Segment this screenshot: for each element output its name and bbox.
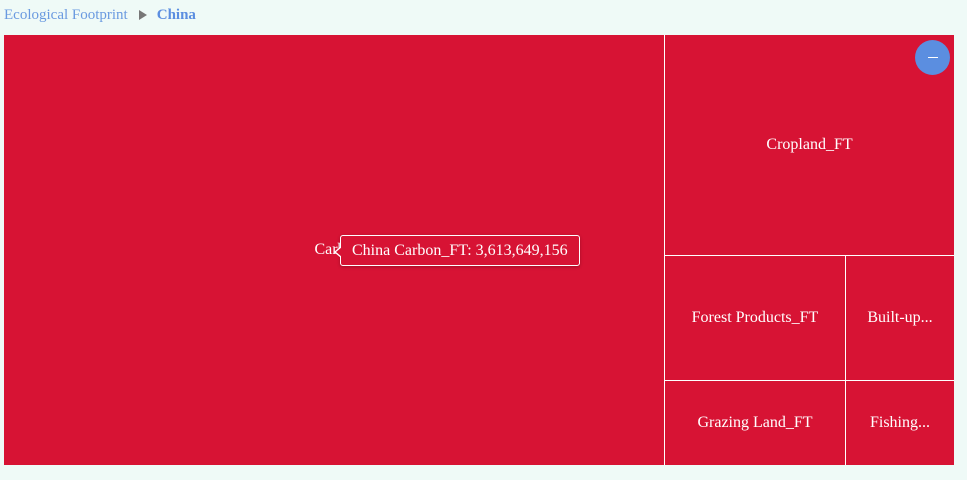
treemap-tile-forest-products[interactable]: Forest Products_FT <box>665 256 845 380</box>
breadcrumb-root-link[interactable]: Ecological Footprint <box>4 7 128 24</box>
breadcrumb-current: China <box>156 6 196 23</box>
treemap-tile-built-up[interactable]: Built-up... <box>846 256 954 380</box>
treemap-tile-grazing-land[interactable]: Grazing Land_FT <box>665 381 845 465</box>
minus-icon <box>927 56 938 59</box>
breadcrumb: Ecological Footprint China <box>4 5 196 25</box>
treemap-tile-cropland[interactable]: Cropland_FT <box>665 35 954 255</box>
zoom-out-button[interactable] <box>915 40 950 75</box>
tooltip: China Carbon_FT: 3,613,649,156 <box>334 235 580 266</box>
breadcrumb-separator-icon <box>138 10 147 20</box>
treemap-tile-fishing[interactable]: Fishing... <box>846 381 954 465</box>
